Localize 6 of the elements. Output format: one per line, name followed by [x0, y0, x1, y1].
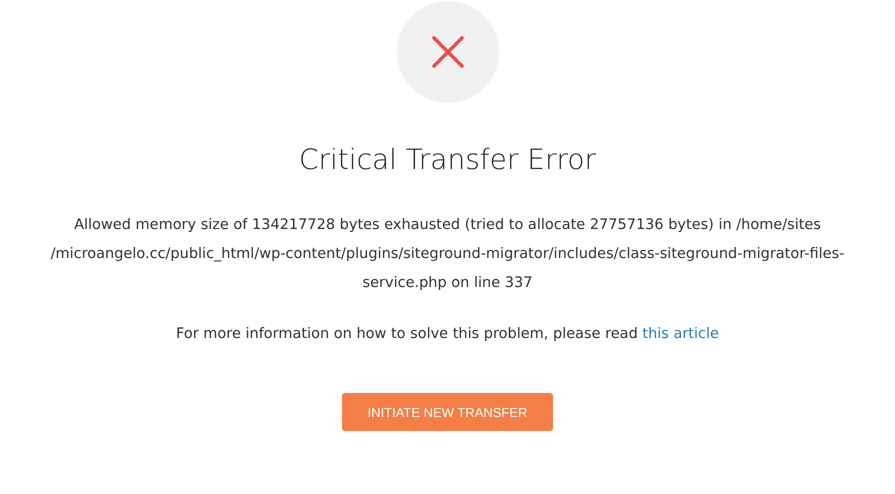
error-x-icon [432, 36, 464, 68]
error-message: Allowed memory size of 134217728 bytes exhausted (tried to allocate 27757136 bytes) in /home/sites /microangelo.cc/public_html/wp-content/plugins/siteground-migrator/includes/class-siteground-migrator-files-service.php on line 337 [50, 216, 846, 293]
help-text: For more information on how to solve this problem, please read this article [176, 324, 719, 344]
error-title: Critical Transfer Error [298, 143, 596, 177]
article-link[interactable]: this article [642, 326, 719, 342]
initiate-transfer-button[interactable]: INITIATE NEW TRANSFER [342, 393, 553, 432]
